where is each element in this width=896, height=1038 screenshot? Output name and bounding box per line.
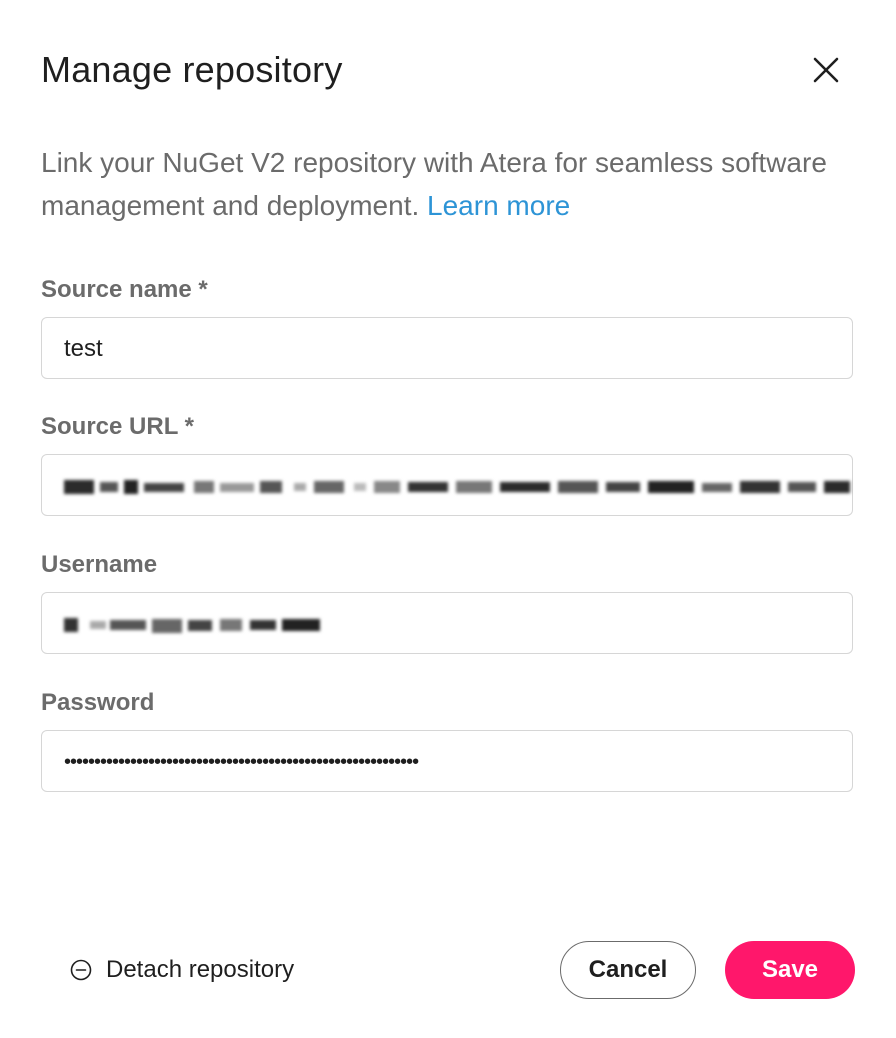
close-icon (813, 57, 839, 83)
password-field[interactable]: ••••••••••••••••••••••••••••••••••••••••… (41, 730, 853, 792)
source-url-obscured-value (64, 480, 850, 494)
password-label: Password (41, 689, 155, 716)
source-name-value: test (64, 335, 103, 362)
dialog-description: Link your NuGet V2 repository with Atera… (41, 141, 871, 227)
close-button[interactable] (806, 50, 846, 90)
username-label: Username (41, 551, 158, 578)
source-name-field[interactable]: test (41, 317, 853, 379)
minus-circle-icon (70, 959, 92, 981)
save-button[interactable]: Save (725, 941, 855, 999)
source-name-label: Source name * (41, 276, 208, 303)
dialog-title: Manage repository (41, 49, 343, 90)
cancel-button[interactable]: Cancel (560, 941, 696, 999)
learn-more-link[interactable]: Learn more (427, 190, 570, 221)
detach-repository-button[interactable]: Detach repository (70, 953, 294, 987)
password-value: ••••••••••••••••••••••••••••••••••••••••… (64, 751, 419, 773)
username-field[interactable] (41, 592, 853, 654)
detach-repository-label: Detach repository (106, 956, 295, 983)
manage-repository-dialog: Manage repository Link your NuGet V2 rep… (0, 0, 896, 1038)
source-url-label: Source URL * (41, 413, 194, 440)
username-obscured-value (64, 618, 320, 633)
source-url-field[interactable] (41, 454, 853, 516)
